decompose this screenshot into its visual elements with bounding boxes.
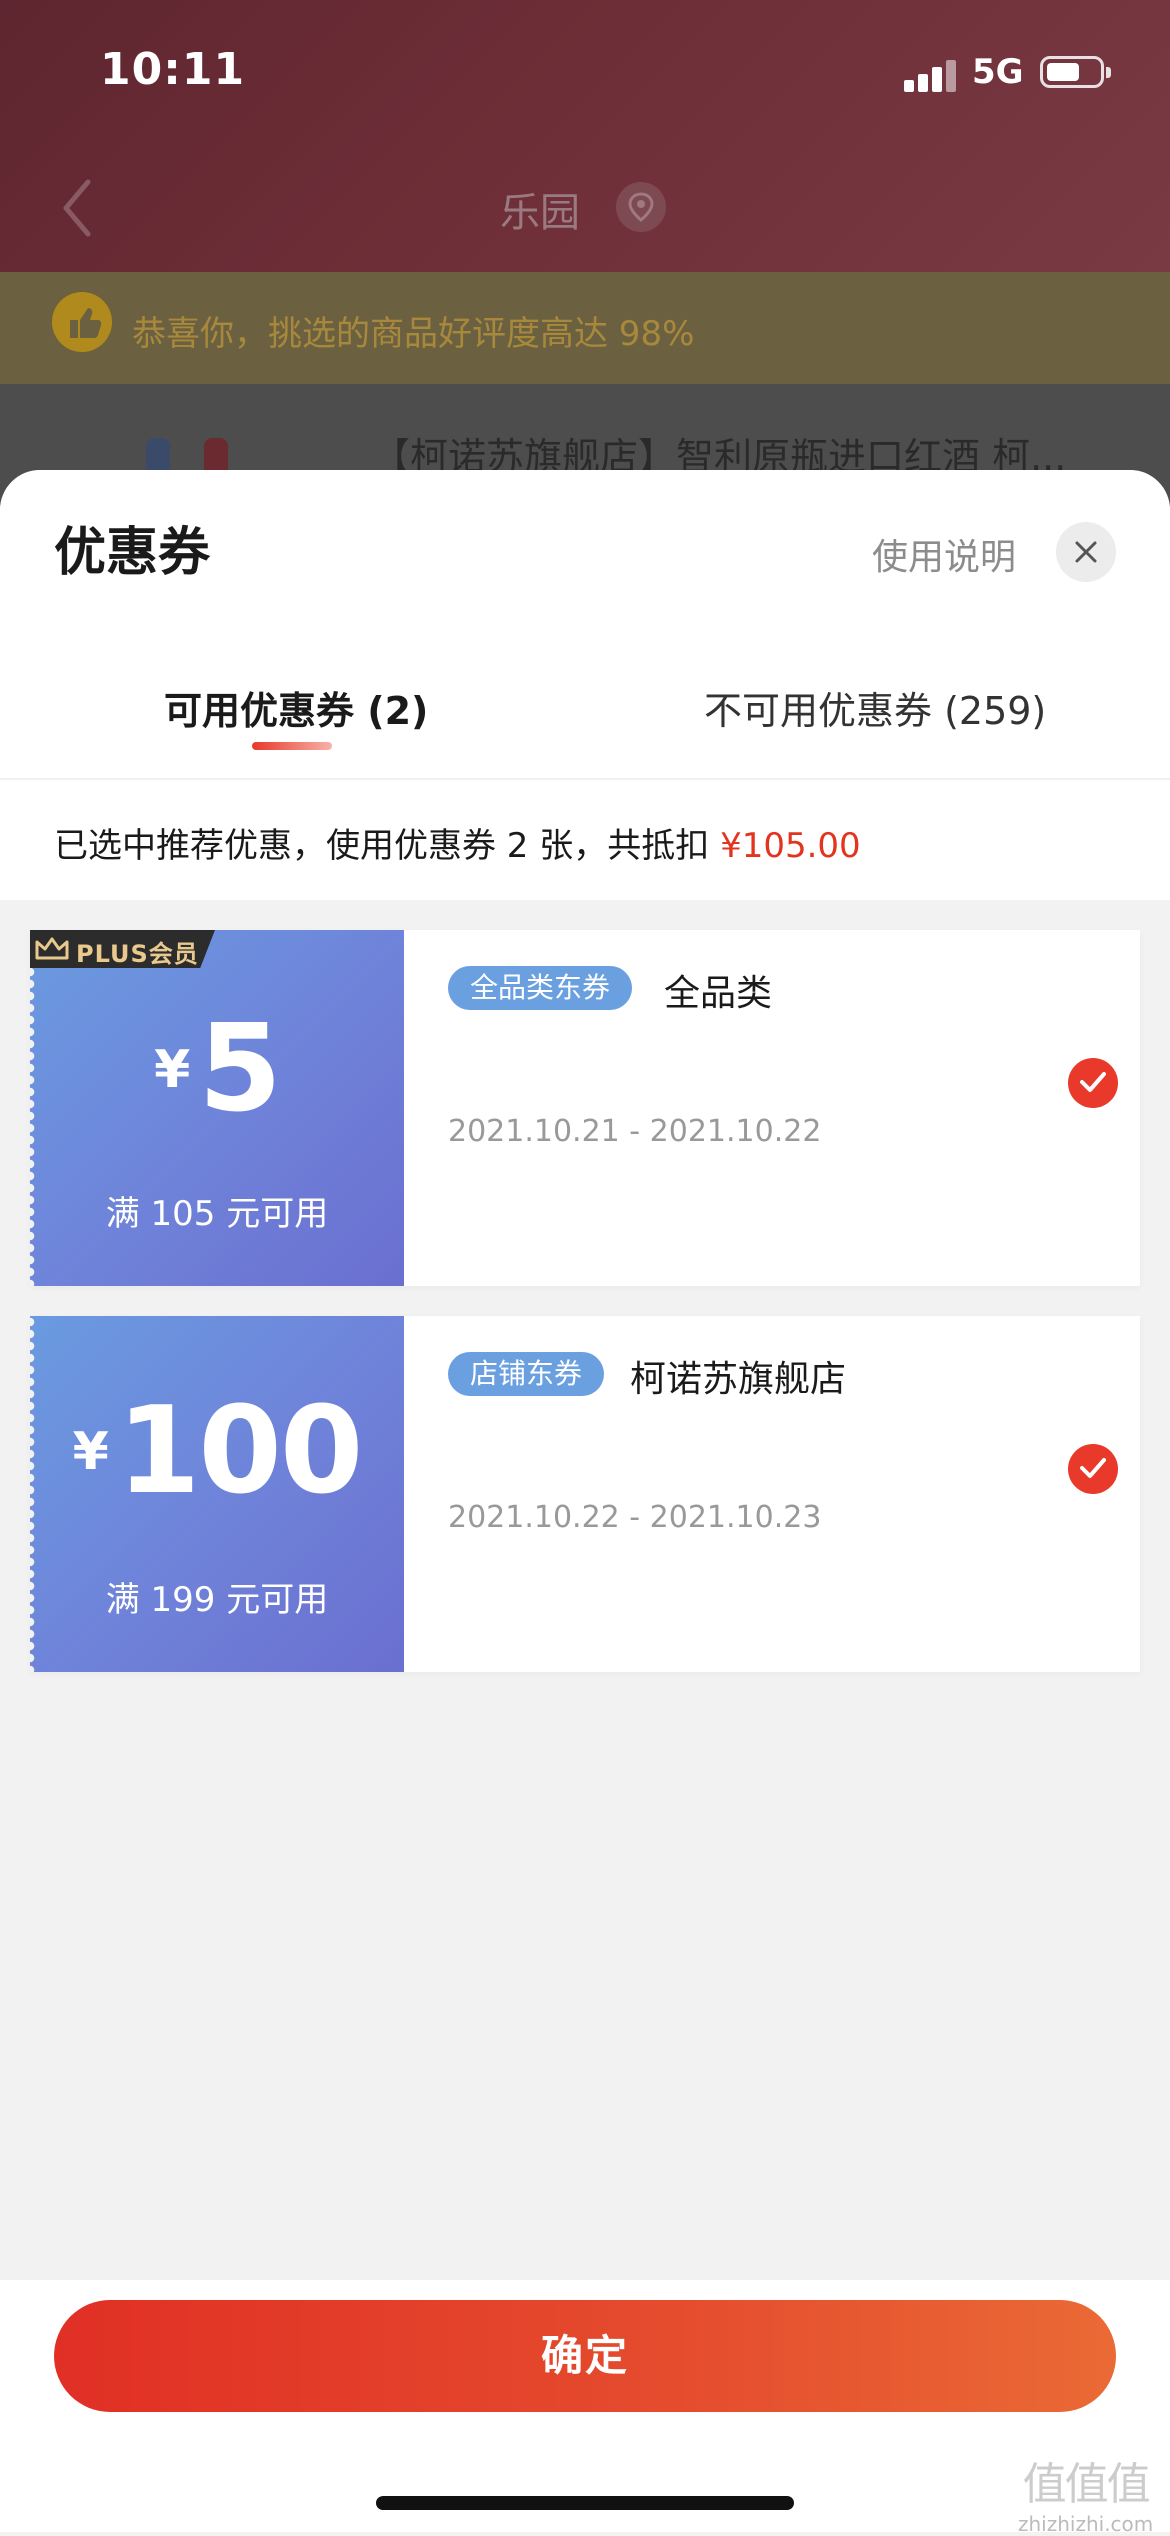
status-bar: 10:11 5G — [0, 0, 1170, 140]
selection-summary: 已选中推荐优惠，使用优惠券 2 张，共抵扣 ¥105.00 — [54, 818, 861, 867]
coupon-sheet: 优惠券 使用说明 可用优惠券 (2) 不可用优惠券 (259) 已选中推荐优惠，… — [0, 470, 1170, 2532]
battery-icon — [1040, 56, 1111, 88]
coupon-card[interactable]: ¥100 满 199 元可用 店铺东券 柯诺苏旗舰店 2021.10.22 - … — [30, 1316, 1140, 1672]
tab-available-coupons[interactable]: 可用优惠券 (2) — [164, 680, 428, 735]
sheet-footer: 确定 — [0, 2280, 1170, 2532]
summary-amount: ¥105.00 — [720, 826, 861, 866]
coupon-value-panel: ¥100 满 199 元可用 — [30, 1316, 404, 1672]
coupon-threshold: 满 105 元可用 — [105, 1194, 329, 1234]
home-indicator — [376, 2496, 794, 2510]
tab-unavailable-coupons[interactable]: 不可用优惠券 (259) — [704, 680, 1046, 735]
close-icon — [1075, 541, 1097, 563]
currency-symbol: ¥ — [154, 1039, 191, 1100]
signal-icon — [904, 58, 958, 92]
coupon-type-tag: 全品类东券 — [448, 966, 633, 1010]
coupon-date-range: 2021.10.21 - 2021.10.22 — [448, 1114, 822, 1149]
nav-title: 乐园 — [500, 190, 580, 236]
currency-symbol: ¥ — [72, 1421, 109, 1482]
coupon-type-tag: 店铺东券 — [448, 1352, 605, 1396]
coupon-scope: 全品类 — [664, 973, 773, 1014]
usage-help-link[interactable]: 使用说明 — [872, 528, 1016, 580]
crown-icon — [35, 937, 69, 960]
watermark-site: zhizhizhi.com — [1018, 2512, 1154, 2536]
tab-active-indicator — [252, 742, 332, 750]
plus-member-badge: PLUS会员 — [30, 930, 215, 968]
coupon-amount: 5 — [198, 1000, 281, 1139]
coupon-amount: 100 — [116, 1382, 363, 1521]
coupon-date-range: 2021.10.22 - 2021.10.23 — [448, 1500, 822, 1535]
sheet-title: 优惠券 — [54, 523, 211, 583]
thumb-up-icon — [52, 292, 112, 352]
summary-text: 已选中推荐优惠，使用优惠券 2 张，共抵扣 — [54, 826, 721, 866]
sheet-header: 优惠券 使用说明 可用优惠券 (2) 不可用优惠券 (259) 已选中推荐优惠，… — [0, 470, 1170, 900]
network-label: 5G — [972, 52, 1024, 92]
coupon-value: ¥100 — [30, 1382, 404, 1521]
watermark-glyphs: 值值值 — [1022, 2459, 1151, 2510]
plus-badge-label: PLUS会员 — [76, 940, 199, 968]
coupon-value: ¥5 — [30, 1000, 404, 1139]
check-icon[interactable] — [1068, 1444, 1118, 1494]
coupon-card[interactable]: PLUS会员 ¥5 满 105 元可用 全品类东券 全品类 2021.10.21… — [30, 930, 1140, 1286]
check-icon[interactable] — [1068, 1058, 1118, 1108]
coupon-threshold: 满 199 元可用 — [105, 1580, 329, 1620]
coupon-scope: 柯诺苏旗舰店 — [630, 1359, 847, 1400]
status-time: 10:11 — [100, 44, 246, 95]
confirm-button[interactable]: 确定 — [54, 2300, 1116, 2412]
tab-divider — [0, 778, 1170, 780]
close-button[interactable] — [1056, 522, 1116, 582]
location-icon[interactable] — [616, 182, 666, 232]
coupon-value-panel: PLUS会员 ¥5 满 105 元可用 — [30, 930, 404, 1286]
watermark: 值值值 zhizhizhi.com — [1018, 2448, 1153, 2536]
back-chevron-icon[interactable] — [58, 178, 98, 237]
banner-text: 恭喜你，挑选的商品好评度高达 98% — [132, 314, 695, 354]
